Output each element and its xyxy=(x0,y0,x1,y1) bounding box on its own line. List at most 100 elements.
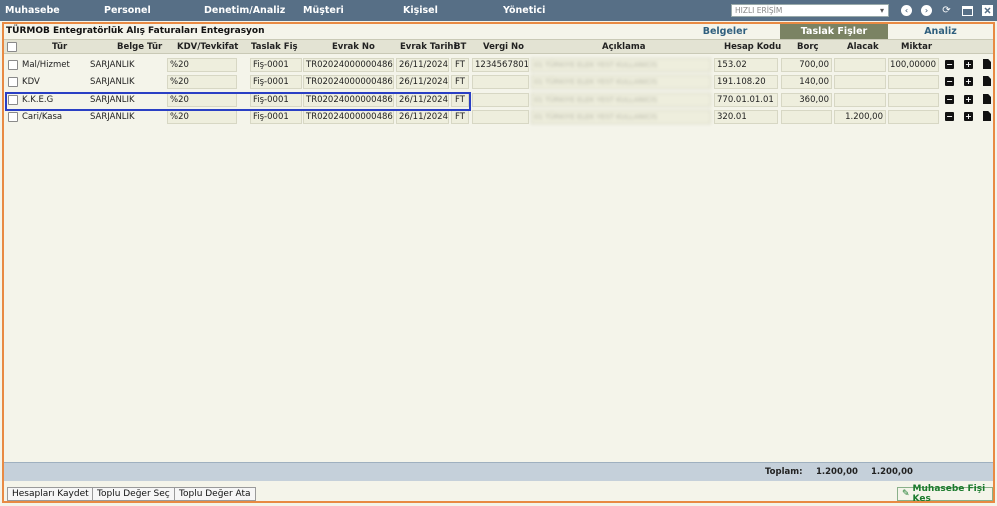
tab-analiz[interactable]: Analiz xyxy=(888,24,993,39)
document-icon[interactable] xyxy=(983,94,991,104)
menu-denetim-analiz[interactable]: Denetim/Analiz xyxy=(204,5,285,16)
cell-alacak[interactable]: 1.200,00 xyxy=(834,110,886,124)
totals-bar: Toplam: 1.200,00 1.200,00 xyxy=(4,462,993,481)
header-tur: Tür xyxy=(52,42,68,52)
table-row[interactable]: KDV SARJANLIK %20 Fiş-0001 TR02024000000… xyxy=(4,73,993,90)
toplu-deger-sec-button[interactable]: Toplu Değer Seç xyxy=(92,487,175,501)
row-checkbox[interactable] xyxy=(8,112,18,122)
cell-evrak-tarihi[interactable]: 26/11/2024 xyxy=(396,93,449,107)
cell-miktar[interactable]: 100,00000 xyxy=(888,58,939,72)
cell-alacak[interactable] xyxy=(834,75,886,89)
document-icon[interactable] xyxy=(983,111,991,121)
chevron-down-icon: ▾ xyxy=(879,6,884,15)
cell-bt[interactable]: FT xyxy=(451,75,469,89)
select-all-checkbox[interactable] xyxy=(7,42,17,52)
cell-borc[interactable]: 140,00 xyxy=(781,75,832,89)
table-row-selected[interactable]: K.K.E.G SARJANLIK %20 Fiş-0001 TR0202400… xyxy=(4,91,993,108)
plus-icon[interactable]: + xyxy=(964,60,973,69)
cell-taslak-fis[interactable]: Fiş-0001 xyxy=(250,75,302,89)
cell-evrak-no[interactable]: TR02024000000486 xyxy=(303,58,394,72)
cell-taslak-fis[interactable]: Fiş-0001 xyxy=(250,110,302,124)
cell-aciklama[interactable]: 01 TÜRKIYE ELEK YEST KULLANICIS xyxy=(531,110,711,124)
cell-hesap-kodu[interactable]: 770.01.01.01 xyxy=(714,93,778,107)
cell-hesap-kodu[interactable]: 191.108.20 xyxy=(714,75,778,89)
toplu-deger-ata-button[interactable]: Toplu Değer Ata xyxy=(174,487,256,501)
title-bar: TÜRMOB Entegratörlük Alış Faturaları Ent… xyxy=(4,24,993,39)
cell-belge-tur: SARJANLIK xyxy=(90,112,135,122)
header-evrak-no: Evrak No xyxy=(332,42,375,52)
cell-alacak[interactable] xyxy=(834,93,886,107)
cell-alacak[interactable] xyxy=(834,58,886,72)
chevron-right-icon[interactable]: › xyxy=(920,4,933,17)
cell-evrak-tarihi[interactable]: 26/11/2024 xyxy=(396,58,449,72)
main-panel: TÜRMOB Entegratörlük Alış Faturaları Ent… xyxy=(2,22,995,504)
cell-hesap-kodu[interactable]: 153.02 xyxy=(714,58,778,72)
refresh-icon[interactable]: ⟳ xyxy=(940,4,953,17)
plus-icon[interactable]: + xyxy=(964,112,973,121)
cell-miktar[interactable] xyxy=(888,110,939,124)
cell-evrak-tarihi[interactable]: 26/11/2024 xyxy=(396,75,449,89)
cell-kdv[interactable]: %20 xyxy=(167,75,237,89)
cell-vergi-no[interactable] xyxy=(472,75,529,89)
cell-kdv[interactable]: %20 xyxy=(167,93,237,107)
window-icon[interactable] xyxy=(961,4,974,17)
cell-taslak-fis[interactable]: Fiş-0001 xyxy=(250,93,302,107)
tab-taslak-fisler[interactable]: Taslak Fişler xyxy=(780,24,888,39)
cell-taslak-fis[interactable]: Fiş-0001 xyxy=(250,58,302,72)
menu-yonetici[interactable]: Yönetici xyxy=(503,5,545,16)
cell-tur: Mal/Hizmet xyxy=(22,60,70,70)
cell-evrak-no[interactable]: TR02024000000486 xyxy=(303,110,394,124)
cell-evrak-no[interactable]: TR02024000000486 xyxy=(303,75,394,89)
document-icon[interactable] xyxy=(983,59,991,69)
cell-belge-tur: SARJANLIK xyxy=(90,95,135,105)
header-vergi-no: Vergi No xyxy=(483,42,524,52)
page-title: TÜRMOB Entegratörlük Alış Faturaları Ent… xyxy=(6,26,265,36)
quick-access-select[interactable]: HIZLI ERİŞİM ▾ xyxy=(731,4,889,17)
cell-kdv[interactable]: %20 xyxy=(167,110,237,124)
cell-bt[interactable]: FT xyxy=(451,110,469,124)
cell-hesap-kodu[interactable]: 320.01 xyxy=(714,110,778,124)
cell-aciklama[interactable]: 01 TÜRKIYE ELEK YEST KULLANICIS xyxy=(531,93,711,107)
menu-kisisel[interactable]: Kişisel xyxy=(403,5,438,16)
minus-icon[interactable]: − xyxy=(945,77,954,86)
plus-icon[interactable]: + xyxy=(964,77,973,86)
cell-miktar[interactable] xyxy=(888,93,939,107)
table-row[interactable]: Cari/Kasa SARJANLIK %20 Fiş-0001 TR02024… xyxy=(4,108,993,125)
cell-borc[interactable]: 360,00 xyxy=(781,93,832,107)
menu-muhasebe[interactable]: Muhasebe xyxy=(5,5,60,16)
document-icon[interactable] xyxy=(983,76,991,86)
row-checkbox[interactable] xyxy=(8,95,18,105)
cell-vergi-no[interactable] xyxy=(472,110,529,124)
cell-vergi-no[interactable] xyxy=(472,93,529,107)
cell-miktar[interactable] xyxy=(888,75,939,89)
menu-personel[interactable]: Personel xyxy=(104,5,151,16)
minus-icon[interactable]: − xyxy=(945,112,954,121)
header-bt: BT xyxy=(454,42,467,52)
muhasebe-fisi-kes-button[interactable]: ✎ Muhasebe Fişi Kes xyxy=(897,484,993,504)
cell-kdv[interactable]: %20 xyxy=(167,58,237,72)
row-checkbox[interactable] xyxy=(8,60,18,70)
row-checkbox[interactable] xyxy=(8,77,18,87)
menu-musteri[interactable]: Müşteri xyxy=(303,5,344,16)
cell-bt[interactable]: FT xyxy=(451,93,469,107)
table-row[interactable]: Mal/Hizmet SARJANLIK %20 Fiş-0001 TR0202… xyxy=(4,56,993,73)
cell-borc[interactable] xyxy=(781,110,832,124)
cell-evrak-no[interactable]: TR02024000000486 xyxy=(303,93,394,107)
cell-aciklama[interactable]: 01 TÜRKIYE ELEK YEST KULLANICIS xyxy=(531,75,711,89)
hesaplari-kaydet-button[interactable]: Hesapları Kaydet xyxy=(7,487,94,501)
cell-evrak-tarihi[interactable]: 26/11/2024 xyxy=(396,110,449,124)
minus-icon[interactable]: − xyxy=(945,60,954,69)
close-icon[interactable] xyxy=(981,4,994,17)
tab-belgeler[interactable]: Belgeler xyxy=(666,24,784,39)
cell-bt[interactable]: FT xyxy=(451,58,469,72)
cell-belge-tur: SARJANLIK xyxy=(90,60,135,70)
plus-icon[interactable]: + xyxy=(964,95,973,104)
cell-aciklama[interactable]: 01 TÜRKIYE ELEK YEST KULLANICIS xyxy=(531,58,711,72)
cell-tur: KDV xyxy=(22,77,40,87)
minus-icon[interactable]: − xyxy=(945,95,954,104)
cell-tur: Cari/Kasa xyxy=(22,112,63,122)
footer-bar: Hesapları Kaydet Toplu Değer Seç Toplu D… xyxy=(4,484,993,504)
cell-borc[interactable]: 700,00 xyxy=(781,58,832,72)
cell-vergi-no[interactable]: 1234567801 xyxy=(472,58,529,72)
chevron-left-icon[interactable]: ‹ xyxy=(900,4,913,17)
